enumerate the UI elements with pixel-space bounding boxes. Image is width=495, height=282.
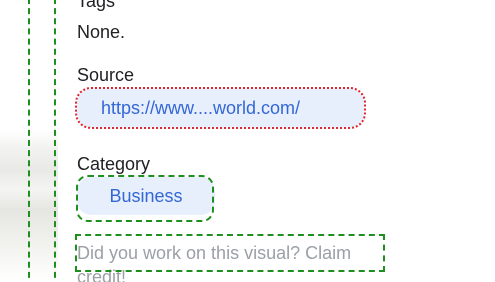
details-panel: Tags None. Source https://www....world.c… bbox=[0, 0, 495, 282]
source-label: Source bbox=[77, 65, 135, 85]
dashed-guide-line bbox=[28, 0, 30, 282]
category-label: Category bbox=[77, 154, 151, 174]
category-chip-business[interactable]: Business bbox=[77, 177, 215, 215]
dashed-guide-line bbox=[54, 0, 56, 282]
source-link-chip[interactable]: https://www....world.com/ bbox=[75, 87, 366, 129]
tags-label: Tags bbox=[77, 0, 116, 11]
claim-credit-link[interactable]: Did you work on this visual? Claim credi… bbox=[77, 241, 387, 282]
tags-value: None. bbox=[77, 22, 126, 42]
